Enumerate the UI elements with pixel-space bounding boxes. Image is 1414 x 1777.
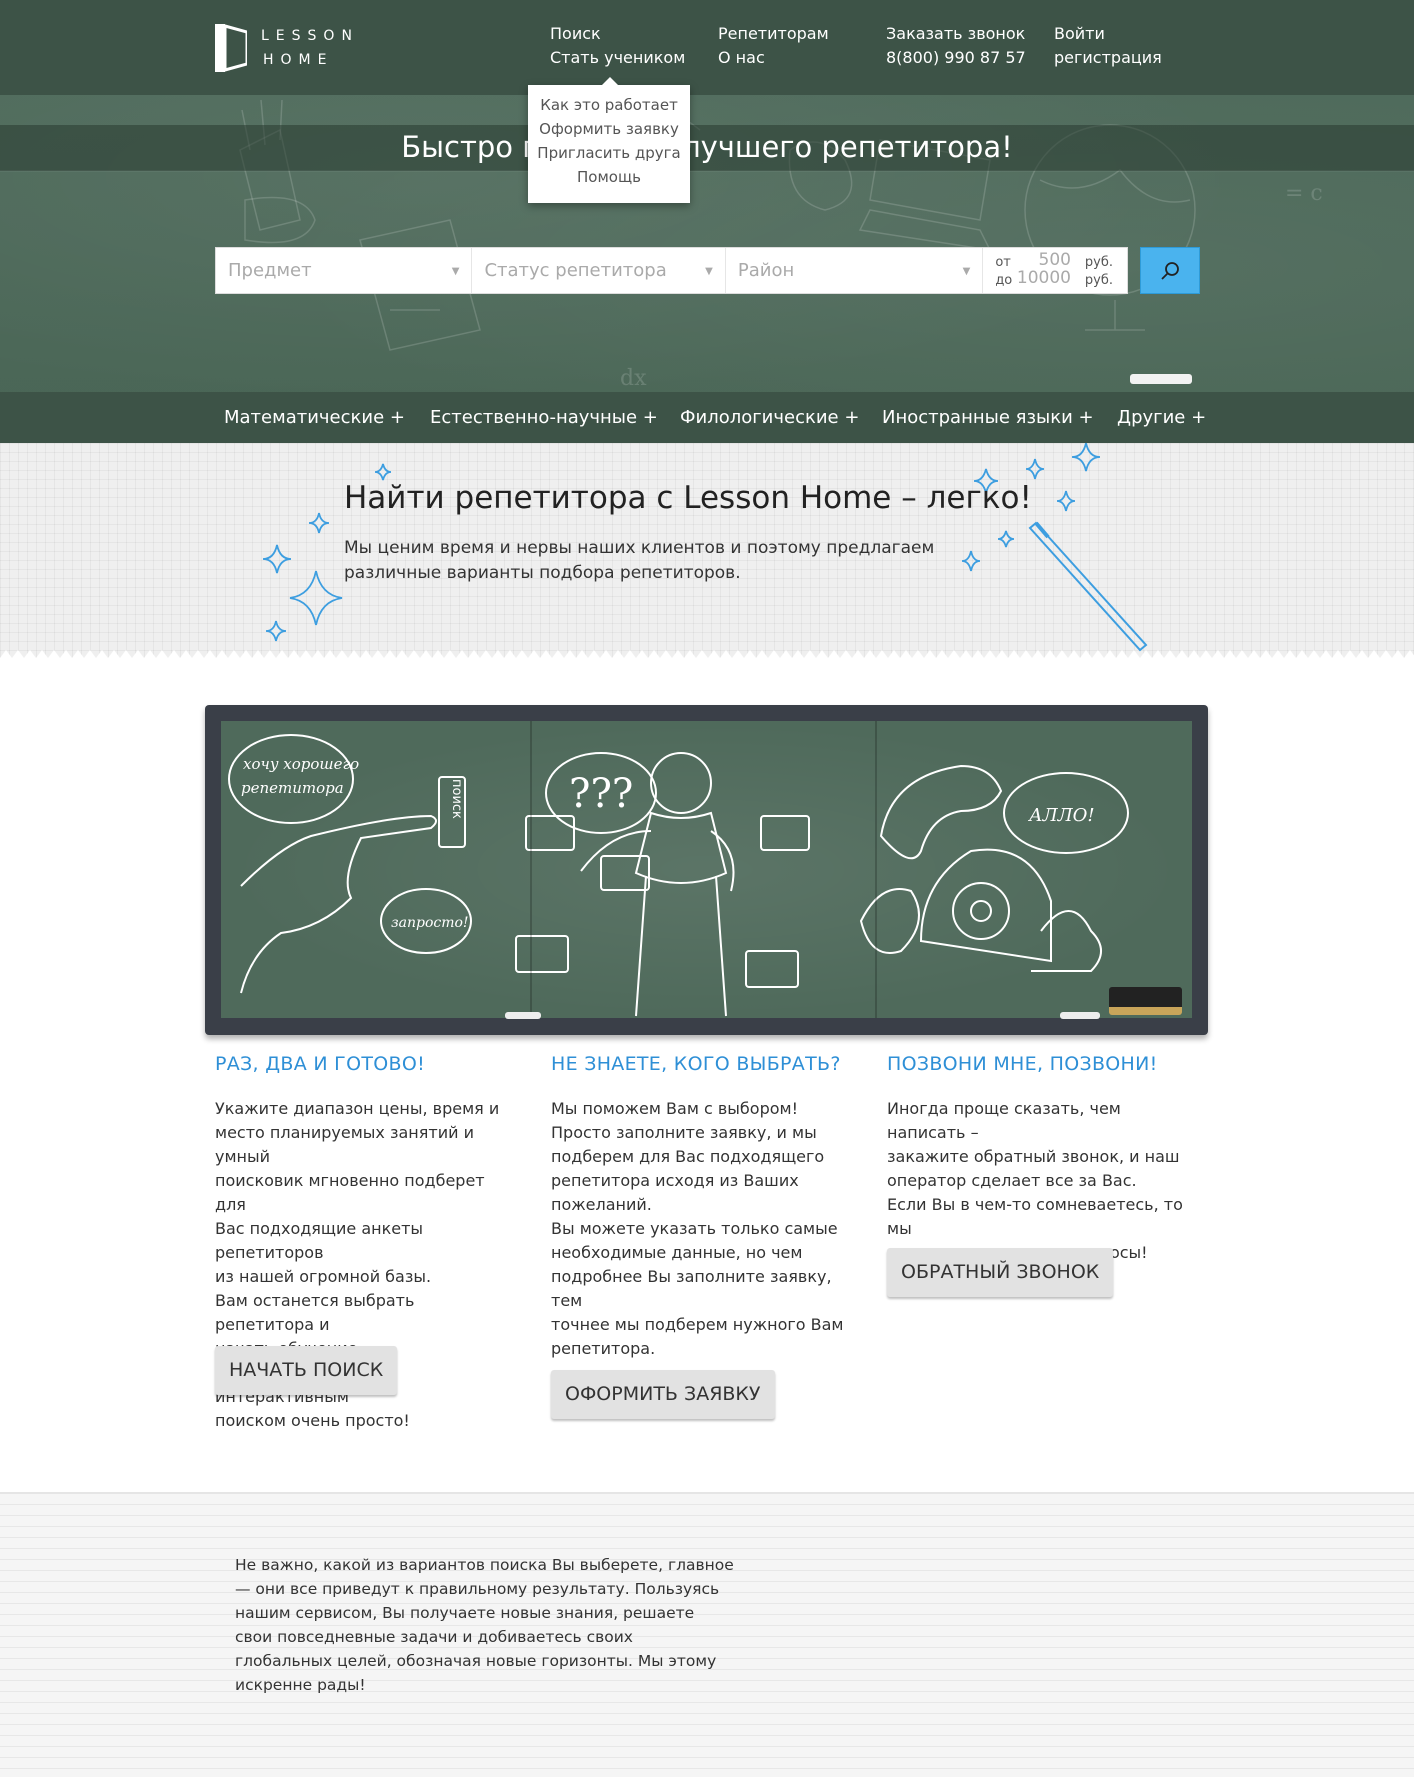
feature-text: Иногда проще сказать, чем написать – зак… — [887, 1099, 1183, 1262]
category-math[interactable]: Математические + — [224, 392, 405, 443]
dropdown-item-help[interactable]: Помощь — [528, 165, 690, 189]
intro-text: Мы ценим время и нервы наших клиентов и … — [344, 538, 935, 583]
svg-text:репетитора: репетитора — [241, 779, 344, 797]
category-bar: Математические + Естественно-научные + Ф… — [0, 392, 1414, 443]
chalk-piece — [1060, 1012, 1100, 1019]
top-bar — [0, 0, 1414, 95]
card-icon — [745, 950, 799, 988]
chalk-illustration: хочу хорошего репетитора поиск запросто!… — [228, 734, 1129, 1017]
card-icon — [600, 855, 650, 891]
category-science[interactable]: Естественно-научные + — [430, 392, 658, 443]
status-placeholder: Статус репетитора — [484, 260, 667, 281]
category-philology[interactable]: Филологические + — [680, 392, 859, 443]
search-button[interactable] — [1140, 247, 1200, 294]
price-to-label: до — [995, 273, 1013, 288]
svg-text:запросто!: запросто! — [391, 915, 469, 931]
logo-line-1: LESSON — [261, 28, 359, 44]
logo-line-2: HOME — [263, 52, 334, 68]
illustration-chalkboard: хочу хорошего репетитора поиск запросто!… — [205, 705, 1208, 1035]
nav-order-call[interactable]: Заказать звонок — [886, 22, 1026, 46]
logo[interactable]: LESSON HOME — [215, 24, 359, 72]
nav-phone[interactable]: 8(800) 990 87 57 — [886, 46, 1026, 70]
price-from-label: от — [995, 255, 1011, 270]
category-languages[interactable]: Иностранные языки + — [882, 392, 1094, 443]
chalkboard-surface: хочу хорошего репетитора поиск запросто!… — [221, 721, 1192, 1018]
feature-callback: ПОЗВОНИ МНЕ, ПОЗВОНИ! Иногда проще сказа… — [887, 1053, 1187, 1265]
feature-text: Мы поможем Вам с выбором! Просто заполни… — [551, 1099, 844, 1358]
nav-col-call: Заказать звонок 8(800) 990 87 57 — [886, 22, 1026, 70]
nav-dropdown-menu: Как это работает Оформить заявку Приглас… — [528, 77, 690, 203]
nav-about[interactable]: О нас — [718, 46, 829, 70]
feature-request: НЕ ЗНАЕТЕ, КОГО ВЫБРАТЬ? Мы поможем Вам … — [551, 1053, 851, 1361]
nav-search[interactable]: Поиск — [550, 22, 685, 46]
feature-title: НЕ ЗНАЕТЕ, КОГО ВЫБРАТЬ? — [551, 1053, 841, 1075]
nav-col-tutors: Репетиторам О нас — [718, 22, 829, 70]
status-select[interactable]: Статус репетитора ▼ — [472, 248, 726, 293]
chalk-piece — [1130, 374, 1192, 384]
price-from-input[interactable]: 500 — [1039, 250, 1071, 270]
search-icon — [1161, 261, 1179, 280]
chalk-piece — [505, 1012, 541, 1019]
price-to-input[interactable]: 10000 — [1017, 268, 1071, 288]
board-eraser — [1109, 987, 1182, 1015]
logo-door-icon — [215, 24, 249, 72]
bubble-text-want-tutor: хочу хорошего — [243, 755, 359, 773]
callback-button[interactable]: ОБРАТНЫЙ ЗВОНОК — [887, 1248, 1114, 1297]
currency-label: руб. — [1084, 273, 1113, 288]
intro-title: Найти репетитора с Lesson Home – легко! — [344, 480, 1032, 516]
card-icon — [760, 815, 810, 851]
svg-text:АЛЛО!: АЛЛО! — [1027, 805, 1095, 826]
feature-title: ПОЗВОНИ МНЕ, ПОЗВОНИ! — [887, 1053, 1158, 1075]
svg-text:dx: dx — [620, 366, 647, 391]
nav-login[interactable]: Войти — [1054, 22, 1162, 46]
closing-text: Не важно, какой из вариантов поиска Вы в… — [235, 1556, 734, 1694]
phone-handset-icon — [879, 764, 1003, 860]
chevron-down-icon: ▼ — [962, 266, 971, 277]
currency-label: руб. — [1084, 255, 1113, 270]
nav-col-search: Поиск Стать учеником — [550, 22, 685, 70]
boy-head — [650, 752, 712, 814]
chevron-down-icon: ▼ — [451, 266, 460, 277]
dropdown-item-invite-friend[interactable]: Пригласить друга — [528, 141, 690, 165]
feature-title: РАЗ, ДВА И ГОТОВО! — [215, 1053, 425, 1075]
svg-text:= c: = c — [1285, 181, 1323, 206]
nav-tutors[interactable]: Репетиторам — [718, 22, 829, 46]
dropdown-item-how-it-works[interactable]: Как это работает — [528, 93, 690, 117]
category-other[interactable]: Другие + — [1117, 392, 1206, 443]
dropdown-item-order-request[interactable]: Оформить заявку — [528, 117, 690, 141]
svg-text:???: ??? — [569, 771, 633, 817]
search-bar: Предмет ▼ Статус репетитора ▼ Район ▼ от… — [215, 247, 1128, 294]
district-select[interactable]: Район ▼ — [726, 248, 984, 293]
hero-section: dx dx = c LESSON HOME Поиск Стать ученик… — [0, 0, 1414, 443]
order-request-button[interactable]: ОФОРМИТЬ ЗАЯВКУ — [551, 1370, 775, 1419]
svg-text:поиск: поиск — [449, 779, 464, 819]
subject-select[interactable]: Предмет ▼ — [216, 248, 473, 293]
zigzag-edge — [0, 650, 1414, 666]
nav-col-login: Войти регистрация — [1054, 22, 1162, 70]
card-icon — [525, 815, 575, 851]
card-icon — [515, 935, 569, 973]
nav-register[interactable]: регистрация — [1054, 46, 1162, 70]
hero-title: Быстро подберем лучшего репетитора! — [401, 130, 1013, 164]
chevron-down-icon: ▼ — [705, 266, 713, 277]
price-range: от до 500 10000 руб. руб. — [983, 248, 1127, 293]
district-placeholder: Район — [737, 260, 795, 281]
phone-body-icon — [919, 848, 1052, 963]
subject-placeholder: Предмет — [228, 260, 312, 281]
start-search-button[interactable]: НАЧАТЬ ПОИСК — [215, 1346, 398, 1395]
nav-become-student[interactable]: Стать учеником — [550, 46, 685, 70]
